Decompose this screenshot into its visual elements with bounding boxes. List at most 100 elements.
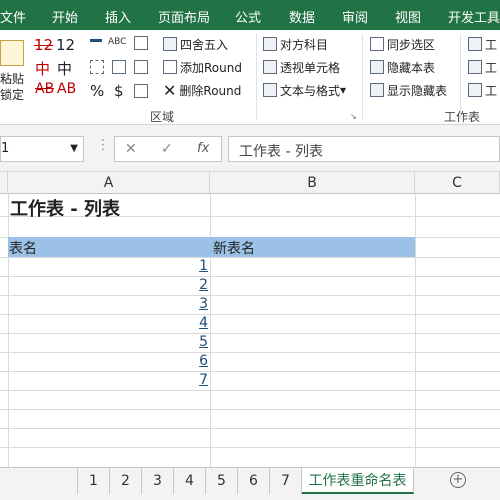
sheet-link-6[interactable]: 6 [10,353,208,369]
hide-sheet-icon [370,60,384,74]
grid-icon[interactable] [90,60,104,74]
sheet-tool-button-1[interactable]: 工 [468,34,497,54]
sheet-tab-7[interactable]: 7 [270,468,302,494]
dollar-icon[interactable]: $ [114,82,124,100]
text-format-button[interactable]: 文本与格式 ▾ [263,80,346,100]
pivot-cell-button[interactable]: 透视单元格 [263,57,340,77]
column-header-b[interactable]: B [210,172,415,194]
ab-icon[interactable]: AB [57,81,76,97]
ribbon-separator [362,34,363,120]
checkbox-icon [370,37,384,51]
sheet-link-1[interactable]: 1 [10,258,208,274]
sheet-link-5[interactable]: 5 [10,334,208,350]
tab-insert[interactable]: 插入 [105,7,131,26]
sheet-tab-1[interactable]: 1 [78,468,110,494]
ab-strike-icon[interactable]: AB [35,81,54,97]
sheet-tool-label: 工 [485,37,498,52]
table-icon[interactable] [112,60,126,74]
header-cell-sheet-name[interactable]: 表名 [9,238,37,258]
column-header-a[interactable]: A [8,172,210,194]
tab-data[interactable]: 数据 [289,7,315,26]
add-round-button[interactable]: 添加Round [163,57,242,77]
char-strike-icon[interactable]: 中 [35,58,50,79]
sheet-title-cell[interactable]: 工作表 - 列表 [10,195,210,220]
sheet-tab-6[interactable]: 6 [238,468,270,494]
formula-input[interactable]: 工作表 - 列表 [228,136,500,162]
header-cell-new-sheet-name[interactable]: 新表名 [213,238,255,258]
select-all-corner[interactable] [0,172,8,194]
add-round-icon [163,60,177,74]
round-label: 四舍五入 [180,37,229,52]
sheet-tab-active[interactable]: 工作表重命名表 [302,468,414,494]
sheet-tool-label: 工 [485,83,498,98]
cell-icon[interactable] [134,60,148,74]
name-box[interactable]: 1 ▼ [0,136,84,162]
text-format-label: 文本与格式 [280,83,341,98]
sync-selection-button[interactable]: 同步选区 [370,34,435,54]
column-header-c[interactable]: C [415,172,500,194]
cancel-icon[interactable]: ✕ [125,141,137,157]
sync-selection-label: 同步选区 [387,37,436,52]
round-button[interactable]: 四舍五入 [163,34,228,54]
sheet-tab-hidden [0,468,78,494]
enter-icon[interactable]: ✓ [161,141,173,157]
char-icon[interactable]: 中 [57,58,72,79]
font-size-icon[interactable]: 12 [56,36,75,54]
name-box-value: 1 [1,141,10,156]
remove-round-button[interactable]: ✕ 删除Round [163,80,241,100]
tab-page-layout[interactable]: 页面布局 [158,7,210,26]
font-size-remove-icon[interactable]: 12 [34,36,53,54]
ribbon-separator [256,34,257,120]
dropdown-arrow: ▾ [340,83,347,97]
col-line [415,194,416,467]
remove-round-label: 删除Round [179,83,242,98]
paste-label: 粘贴 [0,72,25,86]
sheet-tab-3[interactable]: 3 [142,468,174,494]
tab-file[interactable]: 文件 [0,7,26,26]
sheet-tab-5[interactable]: 5 [206,468,238,494]
counter-account-button[interactable]: 对方科目 [263,34,328,54]
chevron-down-icon[interactable]: ▼ [70,143,78,154]
insert-function-icon[interactable]: fx [197,141,209,156]
row-line [0,428,500,429]
tab-formulas[interactable]: 公式 [235,7,261,26]
show-hidden-icon [370,83,384,97]
frame-icon[interactable] [134,36,148,50]
sheet-tool-button-2[interactable]: 工 [468,57,497,77]
sheet-link-2[interactable]: 2 [10,277,208,293]
sheet-link-7[interactable]: 7 [10,372,208,388]
sheet-tab-bar: 1 2 3 4 5 6 7 工作表重命名表 + [0,467,500,500]
paste-icon[interactable] [0,40,24,66]
counter-account-label: 对方科目 [280,37,329,52]
minus-icon[interactable] [90,39,102,42]
sheet-tab-4[interactable]: 4 [174,468,206,494]
ribbon-tab-bar: 文件 开始 插入 页面布局 公式 数据 审阅 视图 开发工具 [0,0,500,30]
ribbon-separator [460,34,461,120]
col-line [210,194,211,467]
row-line [0,447,500,448]
tab-developer[interactable]: 开发工具 [448,7,500,26]
sheet-link-4[interactable]: 4 [10,315,208,331]
group-label-area: 区域 [150,110,175,124]
sheet-tab-2[interactable]: 2 [110,468,142,494]
percent-icon[interactable]: % [90,82,104,100]
pivot-cell-icon [263,60,277,74]
sheet-link-3[interactable]: 3 [10,296,208,312]
calendar-icon[interactable] [134,84,148,98]
sheet-tool-button-3[interactable]: 工 [468,80,497,100]
show-hidden-sheet-button[interactable]: 显示隐藏表 [370,80,447,100]
sheet-tool-icon [468,37,482,51]
round-icon [163,37,177,51]
ribbon: 粘贴 锁定 12 12 中 中 AB AB ABC % $ 四舍五入 添加Rou… [0,30,500,125]
show-hidden-label: 显示隐藏表 [387,83,448,98]
dialog-launcher-icon[interactable]: ↘ [350,112,357,121]
row-line [0,390,500,391]
sheet-tool-label: 工 [485,60,498,75]
add-sheet-icon[interactable]: + [450,472,466,488]
tab-home[interactable]: 开始 [52,7,78,26]
sheet-tool-icon [468,83,482,97]
tab-view[interactable]: 视图 [395,7,421,26]
hide-sheet-button[interactable]: 隐藏本表 [370,57,435,77]
abc-icon[interactable]: ABC [108,37,126,47]
tab-review[interactable]: 审阅 [342,7,368,26]
